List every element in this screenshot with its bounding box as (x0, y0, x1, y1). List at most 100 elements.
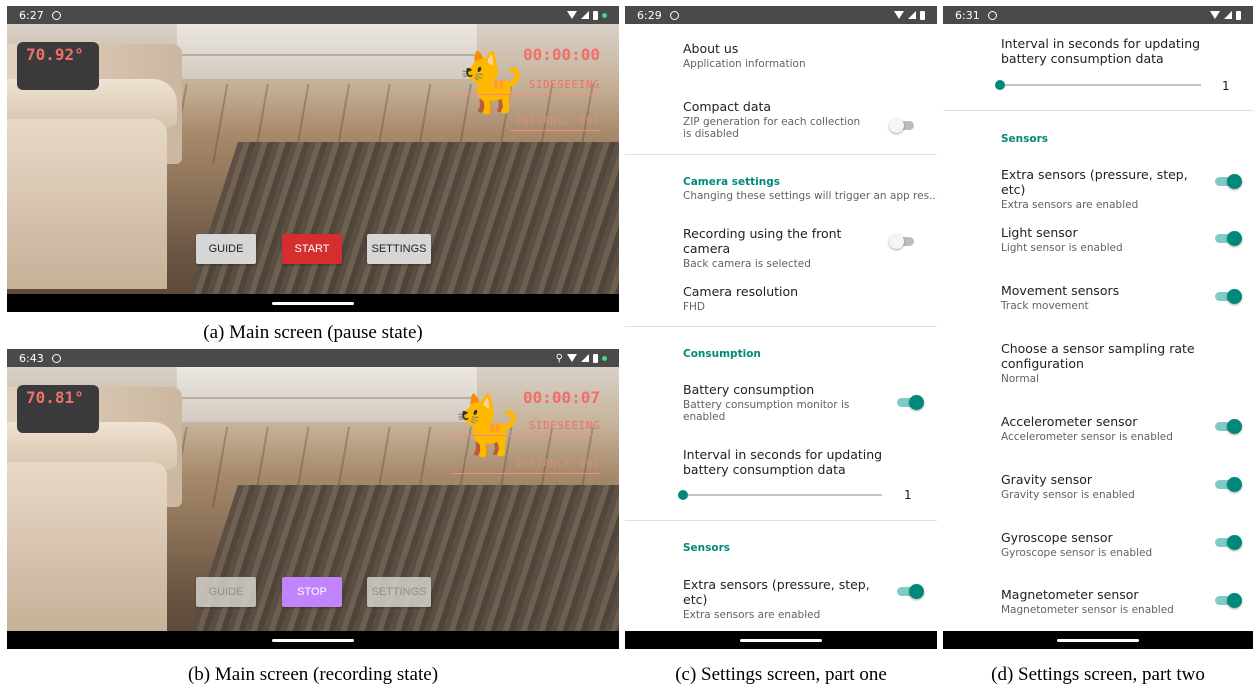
setting-summary: Gyroscope sensor is enabled (1001, 547, 1153, 559)
settings-button: SETTINGS (367, 577, 431, 607)
setting-battery-consumption[interactable]: Battery consumption Battery consumption … (683, 382, 867, 423)
setting-title: Gyroscope sensor (1001, 530, 1113, 545)
recording-timer: 00:00:07 (522, 388, 600, 407)
window-frame (177, 54, 477, 56)
panel-main-recording: 6:43 ⚲ 🐈 70.81° 00:00:07 SIDESEEING INST… (7, 349, 619, 649)
compact-data-toggle[interactable] (889, 118, 916, 133)
camera-active-indicator-icon (602, 355, 607, 361)
gyroscope-toggle[interactable] (1215, 535, 1242, 550)
gravity-toggle[interactable] (1215, 477, 1242, 492)
setting-summary: FHD (683, 301, 706, 313)
setting-gyroscope[interactable]: Gyroscope sensor Gyroscope sensor is ena… (1001, 530, 1193, 559)
setting-title: Accelerometer sensor (1001, 414, 1138, 429)
setting-battery-interval: Interval in seconds for updating battery… (1001, 36, 1233, 66)
cat-figure: 🐈 (451, 393, 524, 458)
settings-button[interactable]: SETTINGS (367, 234, 431, 264)
divider (943, 110, 1253, 111)
status-time: 6:29 (637, 8, 662, 22)
setting-accelerometer[interactable]: Accelerometer sensor Accelerometer senso… (1001, 414, 1193, 443)
battery-icon (593, 353, 598, 363)
category-camera-settings: Camera settings (683, 176, 781, 188)
wifi-icon (567, 11, 577, 19)
setting-battery-interval: Interval in seconds for updating battery… (683, 447, 917, 477)
front-camera-toggle[interactable] (889, 234, 916, 249)
divider (625, 154, 937, 155)
setting-compact-data[interactable]: Compact data ZIP generation for each col… (683, 99, 867, 140)
stop-button[interactable]: STOP (282, 577, 342, 607)
navigation-bar (625, 631, 937, 649)
signal-icon (908, 11, 916, 19)
window-frame (177, 397, 477, 399)
setting-title: Interval in seconds for updating battery… (1001, 36, 1201, 66)
setting-extra-sensors[interactable]: Extra sensors (pressure, step, etc) Extr… (1001, 167, 1193, 211)
do-not-disturb-icon (51, 353, 61, 363)
slider-thumb[interactable] (995, 80, 1005, 90)
do-not-disturb-icon (51, 10, 61, 20)
setting-summary: Extra sensors are enabled (1001, 199, 1139, 211)
panel-main-pause: 6:27 🐈 70.92° 00:00:00 SIDESEEING INSTAN… (7, 6, 619, 312)
home-gesture-handle[interactable] (272, 639, 354, 642)
status-bar: 6:31 (943, 6, 1253, 24)
battery-interval-slider[interactable] (678, 489, 882, 501)
extra-sensors-toggle[interactable] (897, 584, 924, 599)
signal-icon (1224, 11, 1232, 19)
battery-interval-slider[interactable] (995, 79, 1201, 91)
setting-summary: Track movement (1001, 300, 1089, 312)
setting-title: Camera resolution (683, 284, 799, 299)
home-gesture-handle[interactable] (1057, 639, 1139, 642)
setting-summary: Light sensor is enabled (1001, 242, 1123, 254)
app-label: SIDESEEING (528, 419, 600, 432)
slider-thumb[interactable] (678, 490, 688, 500)
accelerometer-toggle[interactable] (1215, 419, 1242, 434)
setting-light-sensor[interactable]: Light sensor Light sensor is enabled (1001, 225, 1193, 254)
setting-title: Interval in seconds for updating battery… (683, 447, 883, 477)
setting-title: Movement sensors (1001, 283, 1120, 298)
home-gesture-handle[interactable] (272, 302, 354, 305)
setting-gravity[interactable]: Gravity sensor Gravity sensor is enabled (1001, 472, 1193, 501)
setting-magnetometer[interactable]: Magnetometer sensor Magnetometer sensor … (1001, 587, 1193, 616)
window-backdrop (177, 367, 477, 422)
do-not-disturb-icon (987, 10, 997, 20)
category-sensors: Sensors (683, 542, 731, 554)
start-button[interactable]: START (282, 234, 342, 264)
wifi-icon (567, 354, 577, 362)
status-bar: 6:43 ⚲ (7, 349, 619, 367)
instance-label: INSTANCE 001 (514, 114, 600, 127)
navigation-bar (943, 631, 1253, 649)
signal-icon (581, 354, 589, 362)
setting-summary: Battery consumption monitor is enabled (683, 399, 850, 423)
light-sensor-toggle[interactable] (1215, 231, 1242, 246)
caption-d: (d) Settings screen, part two (991, 664, 1205, 685)
overlay-divider (452, 435, 600, 436)
battery-icon (920, 10, 925, 20)
settings-list: Interval in seconds for updating battery… (943, 24, 1253, 631)
guide-button[interactable]: GUIDE (196, 234, 256, 264)
movement-sensors-toggle[interactable] (1215, 289, 1242, 304)
setting-title: About us (683, 41, 739, 56)
overlay-divider (510, 130, 600, 131)
setting-about-us[interactable]: About us Application information (683, 41, 925, 70)
home-gesture-handle[interactable] (740, 639, 822, 642)
setting-summary: Accelerometer sensor is enabled (1001, 431, 1173, 443)
setting-movement-sensors[interactable]: Movement sensors Track movement (1001, 283, 1193, 312)
battery-consumption-toggle[interactable] (897, 395, 924, 410)
setting-title: Compact data (683, 99, 772, 114)
setting-front-camera[interactable]: Recording using the front camera Back ca… (683, 226, 867, 270)
setting-extra-sensors[interactable]: Extra sensors (pressure, step, etc) Extr… (683, 577, 877, 621)
cat-figure: 🐈 (455, 50, 528, 115)
battery-interval-value: 1 (1222, 79, 1230, 93)
status-time: 6:27 (19, 8, 44, 22)
setting-camera-resolution[interactable]: Camera resolution FHD (683, 284, 925, 313)
setting-sampling-rate[interactable]: Choose a sensor sampling rate configurat… (1001, 341, 1213, 385)
setting-summary: ZIP generation for each collection is di… (683, 116, 861, 140)
camera-preview: 🐈 70.81° 00:00:07 SIDESEEING INSTANCE 00… (7, 367, 619, 631)
sofa-cushion (7, 119, 167, 289)
magnetometer-toggle[interactable] (1215, 593, 1242, 608)
battery-interval-value: 1 (904, 488, 912, 502)
window-backdrop (177, 24, 477, 79)
temperature-readout: 70.92° (26, 45, 84, 64)
extra-sensors-toggle[interactable] (1215, 174, 1242, 189)
slider-rail (999, 84, 1201, 86)
battery-icon (593, 10, 598, 20)
rug (186, 142, 619, 294)
